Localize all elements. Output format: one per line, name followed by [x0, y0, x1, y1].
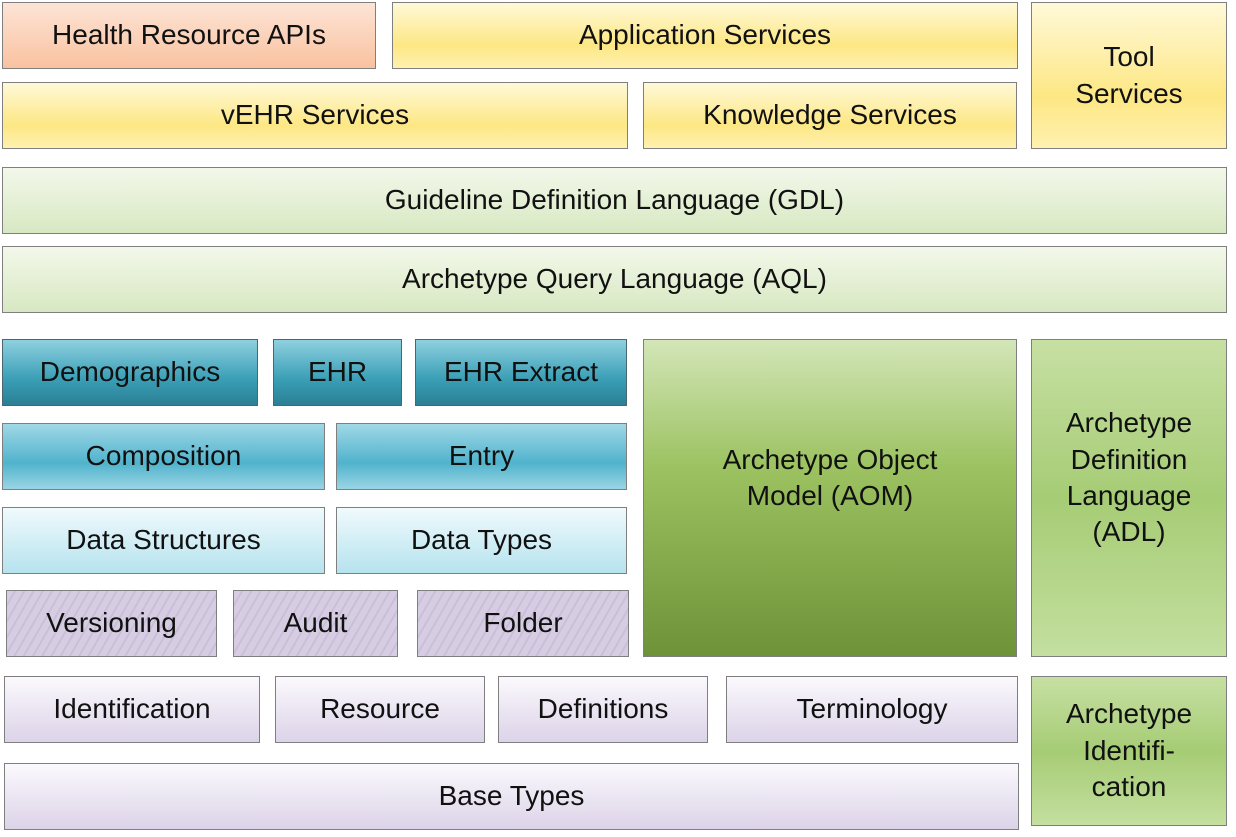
folder-box: Folder	[417, 590, 629, 657]
demographics-box: Demographics	[2, 339, 258, 406]
gdl-box: Guideline Definition Language (GDL)	[2, 167, 1227, 234]
application-services-box: Application Services	[392, 2, 1018, 69]
health-resource-apis-box: Health Resource APIs	[2, 2, 376, 69]
definitions-box: Definitions	[498, 676, 708, 743]
ehr-extract-box: EHR Extract	[415, 339, 627, 406]
audit-box: Audit	[233, 590, 398, 657]
terminology-box: Terminology	[726, 676, 1018, 743]
entry-box: Entry	[336, 423, 627, 490]
identification-box: Identification	[4, 676, 260, 743]
aql-box: Archetype Query Language (AQL)	[2, 246, 1227, 313]
vehr-services-box: vEHR Services	[2, 82, 628, 149]
adl-box: Archetype Definition Language (ADL)	[1031, 339, 1227, 657]
knowledge-services-box: Knowledge Services	[643, 82, 1017, 149]
ehr-box: EHR	[273, 339, 402, 406]
data-types-box: Data Types	[336, 507, 627, 574]
composition-box: Composition	[2, 423, 325, 490]
tool-services-box: Tool Services	[1031, 2, 1227, 149]
base-types-box: Base Types	[4, 763, 1019, 830]
versioning-box: Versioning	[6, 590, 217, 657]
resource-box: Resource	[275, 676, 485, 743]
archetype-identification-box: Archetype Identifi- cation	[1031, 676, 1227, 826]
aom-box: Archetype Object Model (AOM)	[643, 339, 1017, 657]
data-structures-box: Data Structures	[2, 507, 325, 574]
